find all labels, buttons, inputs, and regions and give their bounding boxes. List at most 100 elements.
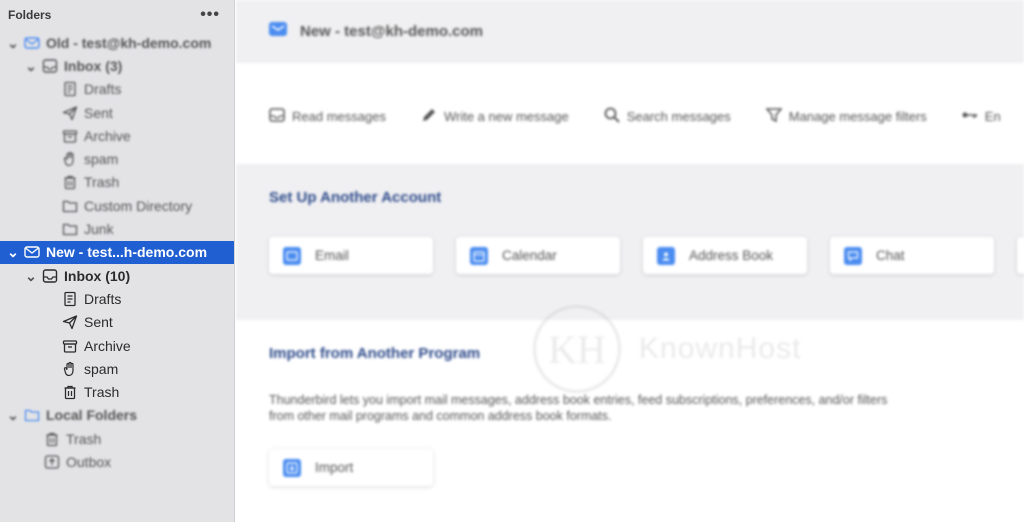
account-icon [24,35,40,51]
sent-icon [62,314,78,330]
chevron-down-icon[interactable]: ⌄ [6,245,20,259]
watermark-text: KnownHost [639,332,802,365]
folder-tree-label: Sent [84,314,113,331]
folder-icon [62,221,78,237]
drafts-icon [62,81,78,97]
folder-tree-item[interactable]: Drafts [0,78,234,101]
setup-cards: Email Calendar Address Book Chat [269,237,1024,274]
search-icon [603,106,627,127]
folder-tree-item[interactable]: ⌄ Inbox (10) [0,264,234,287]
search-messages-button[interactable]: Search messages [603,106,731,127]
email-setup-button[interactable]: Email [269,237,433,274]
folder-tree: ⌄ Old - test@kh-demo.com ⌄ Inbox (3) Drafts S… [0,31,234,474]
folder-tree-item[interactable]: Archive [0,124,234,147]
outbox-icon [44,454,60,470]
email-setup-label: Email [315,248,349,263]
trash-icon [44,431,60,447]
address-book-setup-label: Address Book [689,248,774,263]
folder-tree-item[interactable]: Custom Directory [0,194,234,217]
manage-filters-button[interactable]: Manage message filters [765,106,927,127]
folder-tree-item[interactable]: spam [0,357,234,380]
address-book-icon [657,246,675,265]
folder-tree-label: Old - test@kh-demo.com [46,34,212,51]
import-button[interactable]: Import [269,449,433,486]
account-actions: Read messages Write a new message Search… [268,100,1024,132]
folder-tree-item[interactable]: ⌄ Local Folders [0,404,234,427]
write-message-label: Write a new message [443,108,569,124]
read-messages-label: Read messages [292,108,386,124]
archive-icon [62,338,78,354]
folder-pane: Folders ••• ⌄ Old - test@kh-demo.com ⌄ Inbo… [0,0,235,522]
account-title: New - test@kh-demo.com [300,23,483,40]
key-icon [961,106,985,127]
read-messages-button[interactable]: Read messages [268,106,386,127]
address-book-setup-button[interactable]: Address Book [643,237,807,274]
folder-tree-item[interactable]: Trash [0,171,234,194]
more-setup-card[interactable] [1017,237,1024,274]
folder-tree-label: Trash [84,174,120,191]
chevron-down-icon[interactable]: ⌄ [6,36,20,50]
calendar-setup-button[interactable]: Calendar [456,237,620,274]
email-icon [283,246,301,265]
folder-tree-label: spam [84,360,119,377]
folder-tree-label: Outbox [66,453,112,470]
setup-title: Set Up Another Account [269,189,442,206]
account-icon [268,21,288,42]
folder-tree-label: Archive [84,337,131,354]
account-icon [24,244,40,260]
folder-tree-item[interactable]: Sent [0,311,234,334]
pencil-icon [420,106,444,127]
chevron-down-icon[interactable]: ⌄ [24,269,38,283]
import-label: Import [315,460,354,475]
chevron-down-icon[interactable]: ⌄ [6,408,20,422]
folder-tree-label: spam [84,151,119,168]
folder-tree-item[interactable]: ⌄ New - test...h-demo.com [0,240,234,264]
write-message-button[interactable]: Write a new message [420,106,569,127]
folder-icon [62,198,78,214]
chat-icon [844,246,862,265]
drafts-icon [62,291,78,307]
end-to-end-label: En [984,108,1001,124]
folder-tree-item[interactable]: Trash [0,380,234,403]
folder-tree-item[interactable]: Archive [0,334,234,357]
chat-setup-label: Chat [876,248,905,263]
archive-icon [62,128,78,144]
chevron-down-icon[interactable]: ⌄ [24,59,38,73]
setup-section: Set Up Another Account Email Calendar Ad… [236,164,1024,320]
more-dots-icon[interactable]: ••• [200,6,220,24]
calendar-setup-label: Calendar [502,248,557,263]
folder-icon [24,407,40,423]
import-description: Thunderbird lets you import mail message… [269,393,888,423]
folder-tree-item[interactable]: Junk [0,217,234,240]
folder-tree-item[interactable]: Drafts [0,287,234,310]
chat-setup-button[interactable]: Chat [830,237,994,274]
folder-tree-item[interactable]: ⌄ Old - test@kh-demo.com [0,31,234,54]
folder-tree-label: Sent [84,104,113,121]
folder-tree-item[interactable]: Outbox [0,450,234,473]
inbox-icon [42,58,58,74]
import-icon [283,458,301,477]
trash-icon [62,174,78,190]
folder-tree-label: New - test...h-demo.com [46,244,208,261]
account-central: New - test@kh-demo.com Read messages Wri… [236,0,1024,522]
trash-icon [62,384,78,400]
search-messages-label: Search messages [626,108,731,124]
folder-tree-label: Drafts [84,290,122,307]
folder-tree-item[interactable]: spam [0,147,234,170]
folder-tree-item[interactable]: Trash [0,427,234,450]
manage-filters-label: Manage message filters [788,108,927,124]
folder-pane-header: Folders ••• [0,0,234,30]
folder-tree-label: Archive [84,127,131,144]
inbox-icon [42,268,58,284]
read-messages-icon [268,106,292,127]
spam-icon [62,361,78,377]
folder-tree-item[interactable]: Sent [0,101,234,124]
folder-tree-label: Junk [84,221,114,238]
folder-tree-label: Trash [66,430,102,447]
folder-tree-label: Drafts [84,81,122,98]
calendar-icon [470,246,488,265]
spam-icon [62,151,78,167]
folder-tree-item[interactable]: ⌄ Inbox (3) [0,54,234,77]
folder-tree-label: Inbox (3) [64,57,123,74]
end-to-end-button[interactable]: En [961,106,1001,127]
